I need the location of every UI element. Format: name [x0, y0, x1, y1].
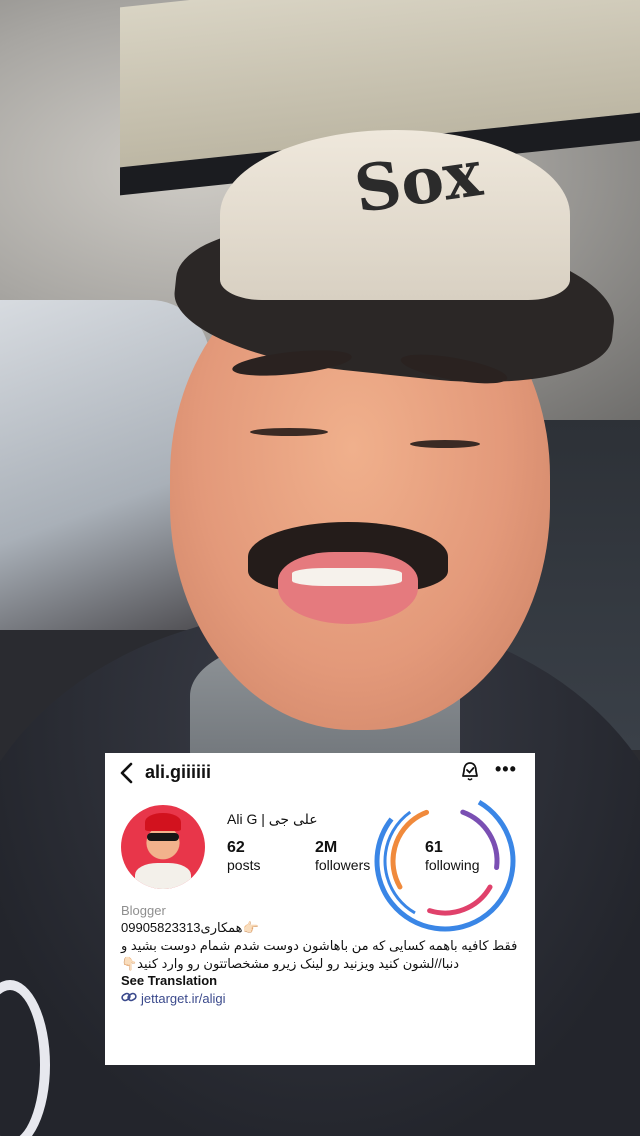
stat-posts[interactable]: 62 posts: [227, 839, 260, 873]
avatar-body: [135, 863, 191, 889]
profile-category: Blogger: [121, 903, 166, 918]
profile-username: ali.giiiiii: [145, 762, 212, 782]
see-translation-button[interactable]: See Translation: [121, 973, 217, 988]
mouth: [278, 552, 418, 624]
teeth: [292, 568, 402, 586]
stat-following-value: 61: [425, 839, 443, 856]
stat-followers-value: 2M: [315, 839, 338, 856]
stat-posts-value: 62: [227, 839, 245, 856]
profile-full-name: Ali G | علی جی: [227, 811, 318, 827]
bell-icon[interactable]: [459, 761, 481, 783]
stat-followers[interactable]: 2M followers: [315, 839, 370, 873]
bio-line: 👉🏻همکاری09905823313: [121, 920, 259, 935]
profile-link[interactable]: jettarget.ir/aligi: [121, 991, 226, 1006]
stat-following[interactable]: 61 following: [425, 839, 479, 873]
video-frame: Sox ali.giiiiii ••• Ali G | علی جی 62 po…: [0, 0, 640, 1136]
avatar-hat: [145, 813, 181, 831]
chevron-left-icon[interactable]: [117, 761, 139, 785]
stat-following-label: following: [425, 857, 480, 873]
right-eye: [410, 440, 480, 448]
avatar-glasses: [147, 833, 179, 841]
stat-followers-label: followers: [315, 857, 371, 873]
profile-bio: 👉🏻همکاری09905823313 فقط کافیه باهمه کسای…: [121, 919, 521, 973]
cap-logo: Sox: [350, 136, 487, 229]
stat-posts-label: posts: [227, 857, 261, 873]
bio-line: دنبا//لشون کنید ویزنید رو لینک زیرو مشخص…: [121, 956, 460, 971]
left-eye: [250, 428, 328, 436]
more-horizontal-icon[interactable]: •••: [495, 759, 517, 780]
profile-link-text: jettarget.ir/aligi: [141, 991, 226, 1006]
avatar[interactable]: [121, 805, 205, 889]
profile-card: ali.giiiiii ••• Ali G | علی جی 62 posts …: [105, 753, 535, 1065]
bio-line: فقط کافیه باهمه کسایی که من باهاشون دوست…: [121, 938, 518, 953]
link-icon: [121, 991, 137, 1006]
